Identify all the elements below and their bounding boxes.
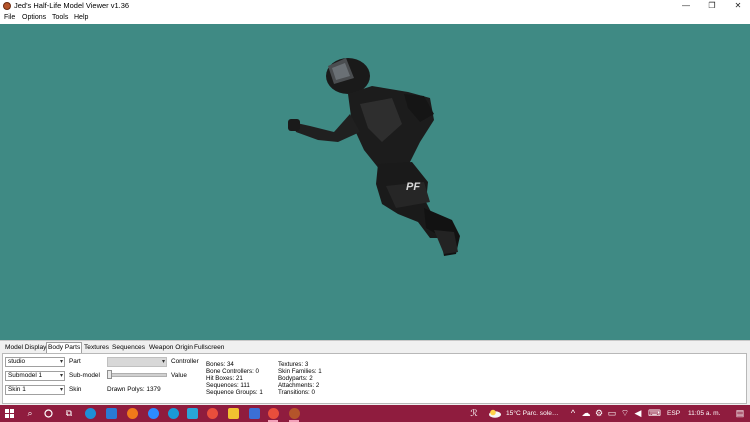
drawn-polys: Drawn Polys: 1379 xyxy=(107,386,161,393)
stat-textures: Textures: 3 xyxy=(278,361,309,368)
controller-select[interactable]: ▾ xyxy=(107,357,167,367)
photos-icon[interactable] xyxy=(249,408,260,419)
language-indicator[interactable]: ESP xyxy=(667,408,680,419)
control-panel: Model Display Body Parts Textures Sequen… xyxy=(0,340,750,406)
tab-sequences[interactable]: Sequences xyxy=(111,343,146,352)
volume-icon[interactable]: ◀ xyxy=(632,407,644,419)
chrome-active-icon[interactable] xyxy=(268,408,279,419)
network-icon[interactable]: ⌔ xyxy=(619,407,631,419)
title-bar: Jed's Half-Life Model Viewer v1.36 — ❐ ✕ xyxy=(0,0,750,12)
close-button[interactable]: ✕ xyxy=(726,0,750,12)
clock-time[interactable]: 11:05 a. m. xyxy=(688,408,721,419)
settings-icon[interactable]: ⚙ xyxy=(593,407,605,419)
people-icon[interactable]: ℛ xyxy=(468,407,480,419)
chevron-down-icon: ▾ xyxy=(59,359,63,365)
weather-text[interactable]: 15°C Parc. sole… xyxy=(506,408,558,419)
menu-options[interactable]: Options xyxy=(22,13,46,23)
value-slider-thumb[interactable] xyxy=(107,370,112,379)
value-slider[interactable] xyxy=(107,373,167,377)
weather-cloud-icon[interactable] xyxy=(488,409,502,418)
notifications-icon[interactable]: ▤ xyxy=(734,407,746,419)
tab-textures[interactable]: Textures xyxy=(83,343,110,352)
cortana-icon[interactable] xyxy=(44,409,53,418)
stat-bones: Bones: 34 xyxy=(206,361,234,368)
value-label: Value xyxy=(171,372,187,379)
menu-help[interactable]: Help xyxy=(74,13,88,23)
submodel-select[interactable]: Submodel 1 ▾ xyxy=(5,371,65,381)
controller-label: Controller xyxy=(171,358,199,365)
firefox-icon[interactable] xyxy=(127,408,138,419)
skin-select[interactable]: Skin 1 ▾ xyxy=(5,385,65,395)
restore-button[interactable]: ❐ xyxy=(700,0,724,12)
mail-icon[interactable] xyxy=(106,408,117,419)
stat-attachments: Attachments: 2 xyxy=(278,382,320,389)
tab-weapon-origin[interactable]: Weapon Origin xyxy=(148,343,194,352)
skin-select-value: Skin 1 xyxy=(8,386,26,393)
chevron-down-icon: ▾ xyxy=(59,373,63,379)
chevron-down-icon: ▾ xyxy=(161,359,165,365)
skin-label: Skin xyxy=(69,386,82,393)
chevron-down-icon: ▾ xyxy=(59,387,63,393)
helmet xyxy=(326,58,370,94)
chrome-icon[interactable] xyxy=(207,408,218,419)
windows-start-icon[interactable] xyxy=(5,409,14,418)
stat-bodyparts: Bodyparts: 2 xyxy=(278,375,313,382)
minimize-button[interactable]: — xyxy=(674,0,698,12)
stat-transitions: Transitions: 0 xyxy=(278,389,315,396)
part-select[interactable]: studio ▾ xyxy=(5,357,65,367)
stat-sequences: Sequences: 111 xyxy=(206,382,250,389)
tab-fullscreen[interactable]: Fullscreen xyxy=(193,343,225,352)
stat-bone-controllers: Bone Controllers: 0 xyxy=(206,368,259,375)
stat-skin-families: Skin Families: 1 xyxy=(278,368,322,375)
window-title: Jed's Half-Life Model Viewer v1.36 xyxy=(14,1,130,10)
taskbar: ⌕ ⧉ ℛ 15°C Parc. sole… ^ ☁ ⚙ ▭ ⌔ ◀ ⌨ ESP… xyxy=(0,405,750,422)
menu-file[interactable]: File xyxy=(4,13,15,23)
model-badge-text: PF xyxy=(406,181,420,193)
l-app-icon[interactable] xyxy=(187,408,198,419)
onedrive-icon[interactable]: ☁ xyxy=(580,407,592,419)
menu-bar: File Options Tools Help xyxy=(0,12,750,24)
edge-icon[interactable] xyxy=(85,408,96,419)
battery-icon[interactable]: ▭ xyxy=(606,407,618,419)
part-select-value: studio xyxy=(8,358,26,365)
stat-sequence-groups: Sequence Groups: 1 xyxy=(206,389,263,396)
app-icon xyxy=(3,2,11,10)
body-parts-panel: studio ▾ Part Submodel 1 ▾ Sub-model Ski… xyxy=(2,353,747,404)
keyboard-icon[interactable]: ⌨ xyxy=(648,407,661,419)
file-explorer-icon[interactable] xyxy=(228,408,239,419)
model-viewer-taskbar-icon[interactable] xyxy=(289,408,300,419)
task-view-icon[interactable]: ⧉ xyxy=(63,407,75,419)
submodel-label: Sub-model xyxy=(69,372,100,379)
chat-icon[interactable] xyxy=(168,408,179,419)
zoom-icon[interactable] xyxy=(148,408,159,419)
part-label: Part xyxy=(69,358,81,365)
submodel-select-value: Submodel 1 xyxy=(8,372,43,379)
menu-tools[interactable]: Tools xyxy=(52,13,68,23)
stat-hit-boxes: Hit Boxes: 21 xyxy=(206,375,243,382)
tab-model-display[interactable]: Model Display xyxy=(4,343,47,352)
model-viewport[interactable]: PF xyxy=(0,24,750,340)
character-model: PF xyxy=(288,58,460,256)
chevron-up-icon[interactable]: ^ xyxy=(567,407,579,419)
search-icon[interactable]: ⌕ xyxy=(24,407,36,419)
